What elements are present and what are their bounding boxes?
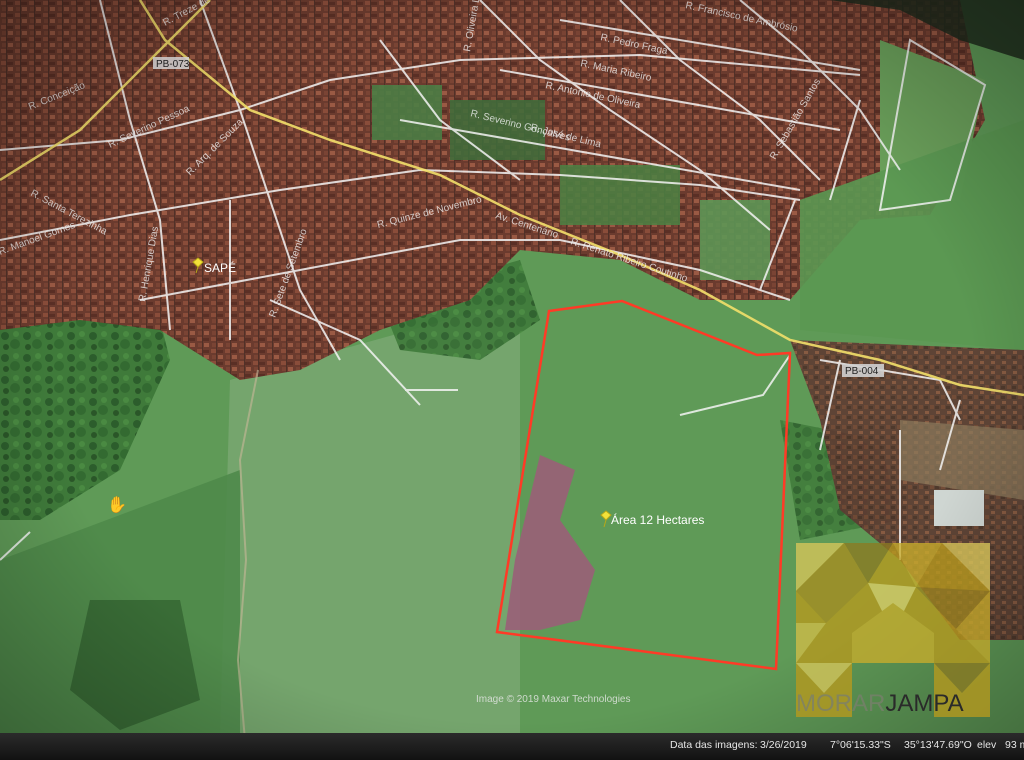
imagery-credit: Image © 2019 Maxar Technologies: [476, 694, 631, 705]
highway-label-pb073: PB-073: [153, 57, 190, 70]
logo-text-morar: MORAR: [796, 690, 886, 717]
elevation-value: 93 m: [1005, 739, 1024, 751]
map-viewer[interactable]: PB-073 PB-004 R. Treze de Maio R. Olivei…: [0, 0, 1024, 760]
imagery-date-label: Data das imagens:: [670, 739, 758, 751]
latitude-readout: 7°06'15.33"S: [830, 739, 891, 751]
highway-label-text: PB-004: [845, 366, 879, 377]
logo-wordmark: MORARJAMPA: [796, 690, 996, 718]
elevation-label: elev: [977, 739, 997, 751]
pin-label: SAPÉ: [204, 260, 236, 275]
hand-cursor-icon: ✋: [107, 497, 127, 514]
imagery-date-value: 3/26/2019: [760, 739, 807, 751]
logo-text-jampa: JAMPA: [885, 690, 964, 717]
highway-label-text: PB-073: [156, 59, 190, 70]
highway-label-pb004: PB-004: [842, 364, 884, 377]
longitude-readout: 35°13'47.69"O: [904, 739, 972, 751]
pin-area-12-hectares[interactable]: Área 12 Hectares: [600, 510, 704, 528]
pin-label: Área 12 Hectares: [611, 512, 704, 527]
status-bar: Data das imagens: 3/26/2019 7°06'15.33"S…: [0, 733, 1024, 760]
